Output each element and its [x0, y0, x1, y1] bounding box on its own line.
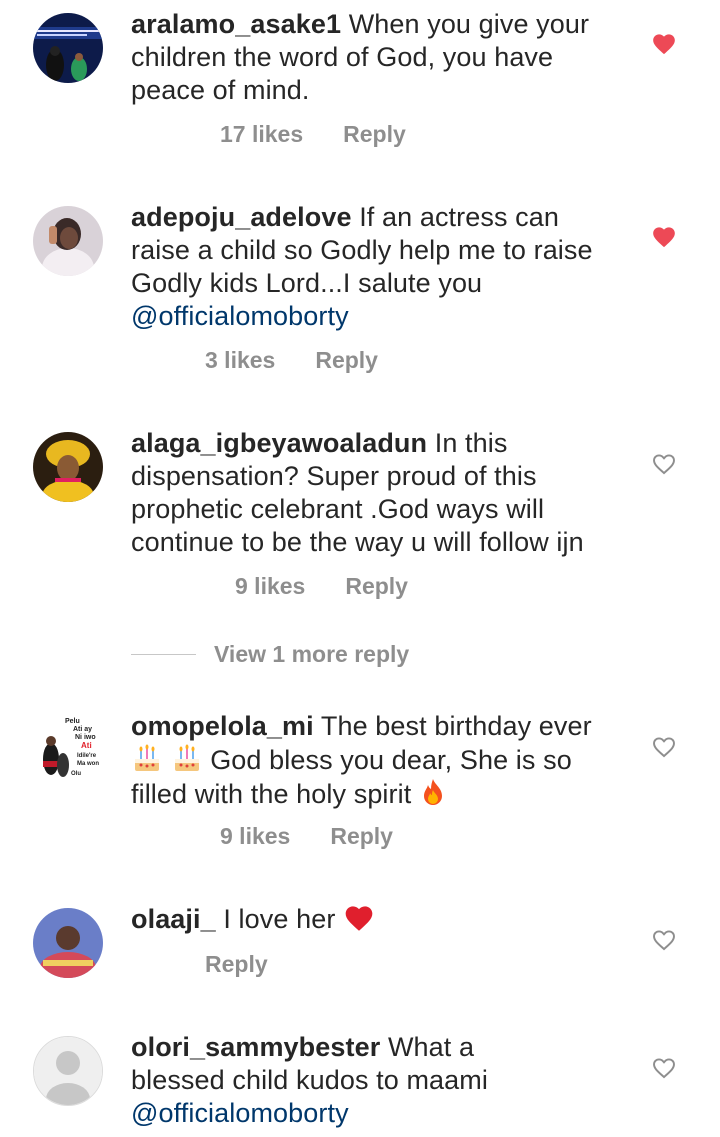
avatar-sign-text: Ni iwo	[75, 734, 96, 741]
comment-username[interactable]: alaga_igbeyawoaladun	[131, 428, 427, 458]
mention-link[interactable]: @officialomoborty	[131, 1098, 349, 1128]
comment-meta: Reply	[205, 951, 268, 978]
avatar[interactable]	[33, 206, 103, 276]
avatar[interactable]	[33, 13, 103, 83]
birthday-cake-emoji	[135, 744, 159, 771]
heart-outline-icon[interactable]	[651, 734, 677, 758]
comment-body: olaaji_ I love her	[131, 902, 611, 936]
comment-body: adepoju_adelove If an actress can raise …	[131, 201, 611, 333]
comment-meta: 3 likes Reply	[205, 347, 378, 374]
comment-body: aralamo_asake1 When you give your childr…	[131, 8, 611, 107]
comment-body: omopelola_mi The best birthday ever God …	[131, 710, 611, 811]
avatar[interactable]: Pelu Ati ay Ni iwo Ati Idile're Ma won O…	[33, 715, 103, 785]
comment-username[interactable]: aralamo_asake1	[131, 9, 341, 39]
avatar-sign-text: Ati ay	[73, 726, 92, 733]
likes-count[interactable]: 17 likes	[220, 121, 303, 148]
comment-text: The best birthday ever	[320, 711, 592, 741]
birthday-cake-emoji	[174, 744, 199, 771]
comment-username[interactable]: olaaji_	[131, 904, 216, 934]
avatar-sign-text: Ati	[81, 741, 92, 750]
likes-count[interactable]: 9 likes	[220, 823, 290, 850]
comment-meta: 17 likes Reply	[220, 121, 406, 148]
comment-meta: 9 likes Reply	[220, 823, 393, 850]
heart-outline-icon[interactable]	[651, 451, 677, 475]
avatar[interactable]	[33, 432, 103, 502]
view-more-label: View 1 more reply	[214, 641, 410, 667]
fire-emoji	[423, 779, 442, 805]
avatar[interactable]	[33, 908, 103, 978]
red-heart-emoji	[345, 906, 373, 931]
mention-link[interactable]: @officialomoborty	[131, 301, 349, 331]
reply-button[interactable]: Reply	[315, 347, 378, 374]
comment-text: I love her	[223, 904, 344, 934]
comment-username[interactable]: olori_sammybester	[131, 1032, 380, 1062]
likes-count[interactable]: 3 likes	[205, 347, 275, 374]
avatar[interactable]	[33, 1036, 103, 1106]
reply-button[interactable]: Reply	[343, 121, 406, 148]
comment-meta: 9 likes Reply	[235, 573, 408, 600]
comment-body: olori_sammybester What a blessed child k…	[131, 1031, 531, 1130]
avatar-sign-text: Olu	[71, 771, 81, 777]
reply-button[interactable]: Reply	[330, 823, 393, 850]
comment-body: alaga_igbeyawoaladun In this dispensatio…	[131, 427, 611, 559]
reply-button[interactable]: Reply	[205, 951, 268, 978]
heart-outline-icon[interactable]	[651, 927, 677, 951]
reply-button[interactable]: Reply	[345, 573, 408, 600]
avatar-sign-text: Ma won	[77, 761, 99, 767]
heart-outline-icon[interactable]	[651, 1055, 677, 1079]
avatar-sign-text: Pelu	[65, 718, 80, 725]
heart-filled-icon[interactable]	[651, 31, 677, 55]
avatar-sign-text: Idile're	[77, 753, 97, 759]
heart-filled-icon[interactable]	[651, 224, 677, 248]
comment-username[interactable]: omopelola_mi	[131, 711, 314, 741]
divider-line	[131, 654, 196, 655]
comment-username[interactable]: adepoju_adelove	[131, 202, 352, 232]
view-more-replies-button[interactable]: View 1 more reply	[131, 641, 409, 668]
likes-count[interactable]: 9 likes	[235, 573, 305, 600]
